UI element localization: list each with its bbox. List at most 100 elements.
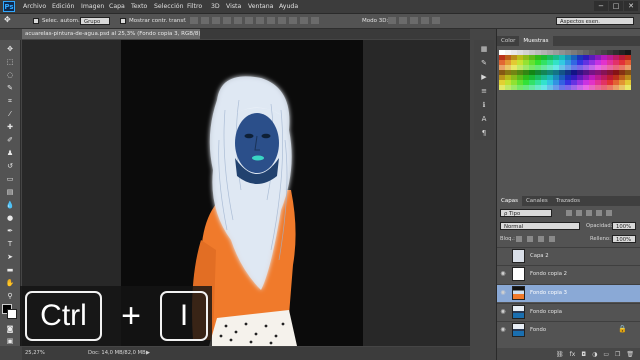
path-select-icon[interactable]: ➤ [4, 252, 16, 262]
filter-type-icon[interactable] [586, 210, 592, 216]
brush-icon[interactable]: ✐ [4, 135, 16, 145]
screen-mode-icon[interactable]: ▣ [4, 336, 16, 346]
close-button[interactable]: ✕ [624, 1, 638, 11]
new-group-icon[interactable]: ▭ [603, 351, 609, 358]
paragraph-panel-icon[interactable]: ¶ [478, 128, 490, 138]
3d-slide-icon[interactable] [421, 17, 429, 24]
menu-ayuda[interactable]: Ayuda [279, 0, 298, 13]
properties-panel-icon[interactable]: ≡ [478, 86, 490, 96]
brush-panel-icon[interactable]: ✎ [478, 58, 490, 68]
menu-texto[interactable]: Texto [131, 0, 147, 13]
transform-controls-checkbox[interactable] [120, 18, 126, 24]
move-tool-icon[interactable]: ✥ [4, 15, 11, 24]
type-icon[interactable]: T [4, 239, 16, 249]
filter-shape-icon[interactable] [596, 210, 602, 216]
eye-icon[interactable]: ◉ [500, 308, 506, 315]
link-layers-icon[interactable]: ⛓ [556, 351, 564, 358]
align-top-icon[interactable] [190, 17, 198, 24]
distribute-right-icon[interactable] [311, 17, 319, 24]
marquee-icon[interactable]: ⬚ [4, 57, 16, 67]
hand-icon[interactable]: ✋ [4, 278, 16, 288]
actions-panel-icon[interactable]: ▶ [478, 72, 490, 82]
add-mask-icon[interactable]: ◘ [581, 351, 586, 358]
filter-adjustment-icon[interactable] [576, 210, 582, 216]
tab-paths[interactable]: Trazados [552, 196, 584, 206]
blur-icon[interactable]: 💧 [4, 200, 16, 210]
workspace-dropdown[interactable]: Aspectos esen. [556, 17, 634, 25]
quick-mask-icon[interactable]: ◙ [4, 324, 16, 334]
info-panel-icon[interactable]: ℹ [478, 100, 490, 110]
fill-input[interactable]: 100% [612, 235, 636, 243]
layer-kind-filter[interactable]: ρ Tipo [500, 209, 552, 217]
clone-stamp-icon[interactable]: ♟ [4, 148, 16, 158]
healing-brush-icon[interactable]: ✚ [4, 122, 16, 132]
minimize-button[interactable]: − [594, 1, 608, 11]
distribute-top-icon[interactable] [256, 17, 264, 24]
menu-vista[interactable]: Vista [226, 0, 241, 13]
tab-channels[interactable]: Canales [522, 196, 552, 206]
eyedropper-icon[interactable]: ⁄ [4, 109, 16, 119]
3d-roll-icon[interactable] [399, 17, 407, 24]
gradient-icon[interactable]: ▤ [4, 187, 16, 197]
lock-position-icon[interactable] [538, 236, 544, 242]
layer-style-icon[interactable]: fx [570, 351, 576, 358]
menu-imagen[interactable]: Imagen [81, 0, 104, 13]
character-panel-icon[interactable]: A [478, 114, 490, 124]
delete-layer-icon[interactable]: 🗑 [626, 351, 634, 358]
distribute-middle-icon[interactable] [267, 17, 275, 24]
3d-scale-icon[interactable] [432, 17, 440, 24]
tab-layers[interactable]: Capas [497, 196, 522, 206]
eye-icon[interactable]: ◉ [500, 270, 506, 277]
eye-icon[interactable]: ◉ [500, 326, 506, 333]
menu-3d[interactable]: 3D [211, 0, 220, 13]
blend-mode-dropdown[interactable]: Normal [500, 222, 580, 230]
tab-color[interactable]: Color [497, 36, 519, 46]
menu-archivo[interactable]: Archivo [23, 0, 46, 13]
menu-filtro[interactable]: Filtro [187, 0, 202, 13]
status-menu-arrow-icon[interactable]: ▶ [146, 347, 150, 360]
crop-icon[interactable]: ⌗ [4, 96, 16, 106]
move-icon[interactable]: ✥ [4, 44, 16, 54]
lock-transparent-icon[interactable] [516, 236, 522, 242]
swatches-grid[interactable] [499, 50, 631, 92]
3d-drag-icon[interactable] [410, 17, 418, 24]
lasso-icon[interactable]: ◌ [4, 70, 16, 80]
align-middle-icon[interactable] [201, 17, 209, 24]
dodge-icon[interactable]: ● [4, 213, 16, 223]
distribute-left-icon[interactable] [289, 17, 297, 24]
align-center-icon[interactable] [234, 17, 242, 24]
3d-rotate-icon[interactable] [388, 17, 396, 24]
zoom-icon[interactable]: ⚲ [4, 291, 16, 301]
filter-pixel-icon[interactable] [566, 210, 572, 216]
align-bottom-icon[interactable] [212, 17, 220, 24]
adjustment-layer-icon[interactable]: ◑ [592, 351, 597, 358]
menu-capa[interactable]: Capa [109, 0, 125, 13]
history-brush-icon[interactable]: ↺ [4, 161, 16, 171]
eraser-icon[interactable]: ▭ [4, 174, 16, 184]
filter-smart-object-icon[interactable] [606, 210, 612, 216]
history-panel-icon[interactable]: ▦ [478, 44, 490, 54]
menu-seleccion[interactable]: Selección [154, 0, 184, 13]
auto-select-dropdown[interactable]: Grupo [80, 17, 110, 25]
lock-pixels-icon[interactable] [527, 236, 533, 242]
quick-select-icon[interactable]: ✎ [4, 83, 16, 93]
shape-icon[interactable]: ▬ [4, 265, 16, 275]
tab-swatches[interactable]: Muestras [519, 36, 553, 46]
opacity-input[interactable]: 100% [612, 222, 636, 230]
distribute-center-icon[interactable] [300, 17, 308, 24]
zoom-level[interactable]: 25,27% [25, 347, 45, 360]
new-layer-icon[interactable]: ❐ [615, 351, 620, 358]
pen-icon[interactable]: ✒ [4, 226, 16, 236]
lock-all-icon[interactable] [549, 236, 555, 242]
maximize-button[interactable]: □ [609, 1, 623, 11]
document-tab[interactable]: acuarelas-pintura-de-agua.psd al 25,3% (… [22, 29, 200, 39]
background-color-swatch[interactable] [7, 309, 17, 319]
swatch[interactable] [625, 85, 631, 90]
align-right-icon[interactable] [245, 17, 253, 24]
menu-edicion[interactable]: Edición [52, 0, 74, 13]
eye-icon[interactable]: ◉ [500, 289, 506, 296]
align-left-icon[interactable] [223, 17, 231, 24]
distribute-bottom-icon[interactable] [278, 17, 286, 24]
auto-select-checkbox[interactable] [33, 18, 39, 24]
menu-ventana[interactable]: Ventana [248, 0, 273, 13]
